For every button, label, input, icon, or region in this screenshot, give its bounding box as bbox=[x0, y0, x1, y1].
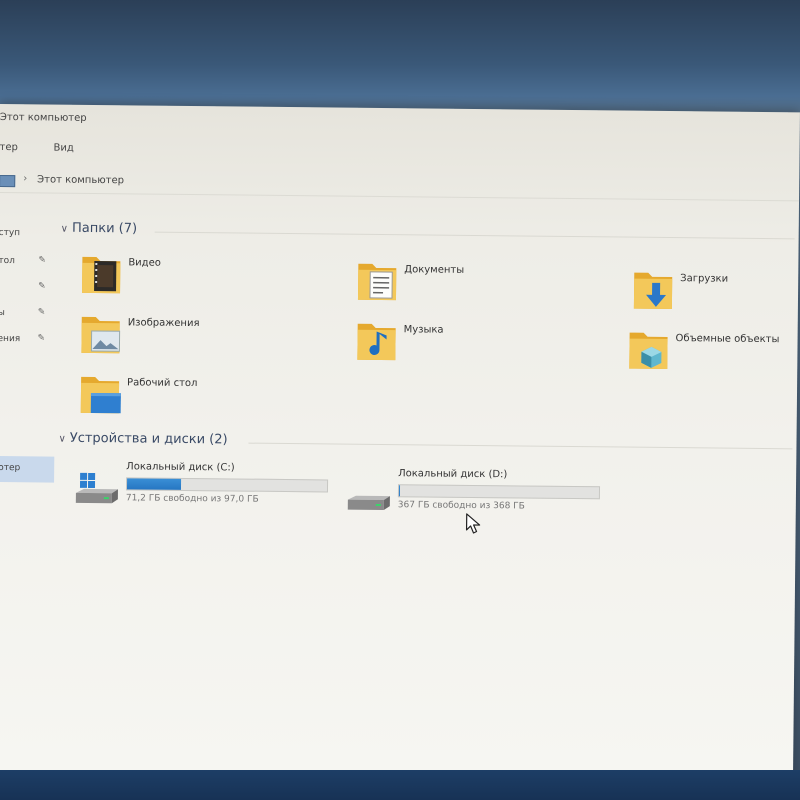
drive-label: Локальный диск (D:) bbox=[398, 468, 508, 481]
drive-free-space: 367 ГБ свободно из 368 ГБ bbox=[397, 500, 525, 512]
address-path[interactable]: Этот компьютер bbox=[37, 174, 124, 186]
pin-icon: ✎ bbox=[37, 333, 46, 344]
folder-label: Изображения bbox=[127, 317, 200, 330]
folder-tile-video[interactable]: Видео bbox=[80, 251, 321, 310]
nav-item-this-pc-label: ютер bbox=[0, 462, 21, 474]
video-folder-icon bbox=[82, 256, 121, 294]
folder-label: Музыка bbox=[403, 324, 444, 336]
menu-item-computer[interactable]: тер bbox=[0, 142, 18, 153]
folder-label: Объемные объекты bbox=[675, 333, 780, 346]
documents-folder-icon bbox=[357, 263, 397, 301]
group-divider bbox=[248, 442, 793, 450]
folders-group-header[interactable]: ∨ Папки (7) bbox=[61, 221, 138, 237]
3d-objects-folder-icon bbox=[629, 332, 668, 370]
pin-icon: ✎ bbox=[38, 281, 46, 292]
drive-usage-bar bbox=[125, 477, 329, 493]
chevron-down-icon[interactable]: ∨ bbox=[61, 224, 68, 235]
nav-item-pictures[interactable]: ения bbox=[0, 334, 20, 344]
drives-group-header[interactable]: ∨ Устройства и диски (2) bbox=[58, 431, 227, 448]
folder-label: Видео bbox=[128, 257, 161, 269]
windows-drive-icon bbox=[75, 472, 118, 504]
mouse-cursor-icon bbox=[465, 513, 481, 534]
nav-item-desktop[interactable]: тол bbox=[0, 256, 15, 266]
drive-usage-fill bbox=[126, 478, 182, 490]
computer-icon bbox=[0, 174, 16, 188]
file-explorer-window: Этот компьютер тер Вид › Этот компьютер … bbox=[0, 104, 800, 785]
menu-item-view[interactable]: Вид bbox=[53, 143, 73, 154]
drives-group-title: Устройства и диски (2) bbox=[69, 430, 228, 448]
folder-tile-documents[interactable]: Документы bbox=[356, 258, 597, 317]
folders-group-title: Папки (7) bbox=[71, 220, 138, 237]
pin-icon: ✎ bbox=[37, 307, 46, 318]
nav-item-this-pc[interactable]: ютер bbox=[0, 455, 55, 483]
drive-free-space: 71,2 ГБ свободно из 97,0 ГБ bbox=[125, 493, 259, 505]
drive-tile-c[interactable]: Локальный диск (C:) 71,2 ГБ свободно из … bbox=[74, 461, 345, 520]
nav-item-documents[interactable]: ы bbox=[0, 308, 5, 318]
hard-drive-icon bbox=[347, 495, 390, 511]
downloads-folder-icon bbox=[633, 272, 673, 310]
folder-label: Рабочий стол bbox=[127, 377, 198, 390]
chevron-down-icon[interactable]: ∨ bbox=[58, 434, 65, 445]
folder-tile-music[interactable]: Музыка bbox=[355, 318, 596, 377]
pin-icon: ✎ bbox=[38, 255, 46, 266]
chevron-right-icon[interactable]: › bbox=[23, 173, 27, 184]
folder-tile-downloads[interactable]: Загрузки bbox=[632, 267, 800, 326]
group-divider bbox=[154, 231, 795, 240]
folder-tile-pictures[interactable]: Изображения bbox=[79, 311, 320, 370]
folder-label: Документы bbox=[404, 264, 465, 276]
taskbar bbox=[0, 770, 800, 800]
window-title: Этот компьютер bbox=[0, 111, 87, 124]
desktop-folder-icon bbox=[80, 376, 121, 414]
folder-label: Загрузки bbox=[680, 273, 729, 285]
drive-usage-fill bbox=[398, 485, 400, 497]
nav-item-quick-access[interactable]: ступ bbox=[0, 228, 20, 238]
drive-label: Локальный диск (C:) bbox=[126, 461, 235, 474]
drive-usage-bar bbox=[397, 484, 601, 500]
folder-tile-3d-objects[interactable]: Объемные объекты bbox=[627, 327, 800, 386]
address-bar[interactable]: › Этот компьютер bbox=[0, 169, 800, 202]
pictures-folder-icon bbox=[81, 316, 121, 354]
navigation-pane: ступ тол ✎ ✎ ы ✎ ения ✎ ютер bbox=[0, 204, 59, 625]
music-folder-icon bbox=[357, 323, 396, 361]
folder-tile-desktop[interactable]: Рабочий стол bbox=[79, 371, 320, 430]
